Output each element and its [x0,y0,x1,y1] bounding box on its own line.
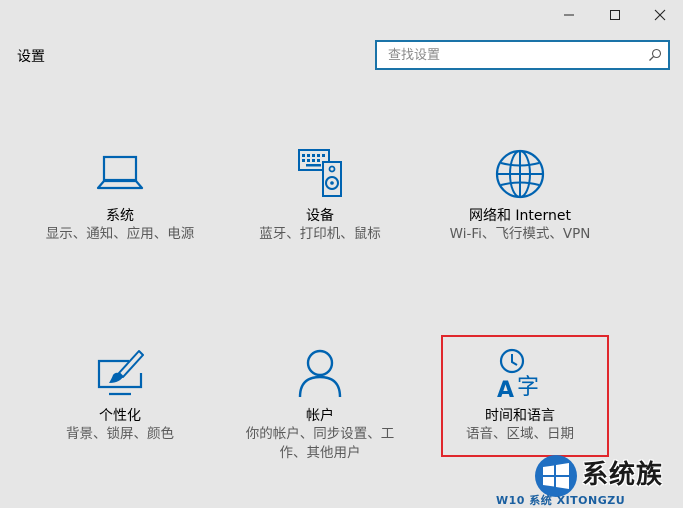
tile-network-title: 网络和 Internet [468,208,572,224]
watermark-brand: 系统族 [582,460,664,490]
maximize-button[interactable] [592,0,638,30]
tile-devices[interactable]: 设备 蓝牙、打印机、鼠标 [230,145,410,285]
tile-accounts[interactable]: 帐户 你的帐户、同步设置、工作、其他用户 [230,345,410,485]
maximize-icon [610,10,620,20]
devices-icon [293,147,347,201]
search-box[interactable] [375,40,670,70]
tile-devices-desc: 蓝牙、打印机、鼠标 [259,226,381,242]
highlight-frame [441,335,609,457]
search-icon[interactable] [648,48,662,62]
tile-personalization-title: 个性化 [99,408,141,424]
tile-accounts-title: 帐户 [306,408,334,424]
person-icon [293,347,347,401]
tile-network[interactable]: 网络和 Internet Wi-Fi、飞行模式、VPN [430,145,610,285]
close-icon [654,9,666,21]
tile-accounts-desc: 你的帐户、同步设置、工作、其他用户 [245,426,395,461]
tile-system-desc: 显示、通知、应用、电源 [45,226,195,242]
tile-system-title: 系统 [106,208,134,224]
close-button[interactable] [637,0,683,30]
search-input[interactable] [377,42,637,68]
personalization-icon [93,347,147,401]
watermark: 系统族 W10 系统 XITONGZU [496,452,683,507]
tile-devices-title: 设备 [306,208,334,224]
minimize-button[interactable] [546,0,592,30]
tile-network-desc: Wi-Fi、飞行模式、VPN [449,226,591,242]
laptop-icon [93,147,147,201]
globe-icon [493,147,547,201]
tile-personalization[interactable]: 个性化 背景、锁屏、颜色 [30,345,210,485]
minimize-icon [564,14,574,16]
app-title: 设置 [17,49,45,65]
tile-system[interactable]: 系统 显示、通知、应用、电源 [30,145,210,285]
tile-personalization-desc: 背景、锁屏、颜色 [66,426,174,442]
